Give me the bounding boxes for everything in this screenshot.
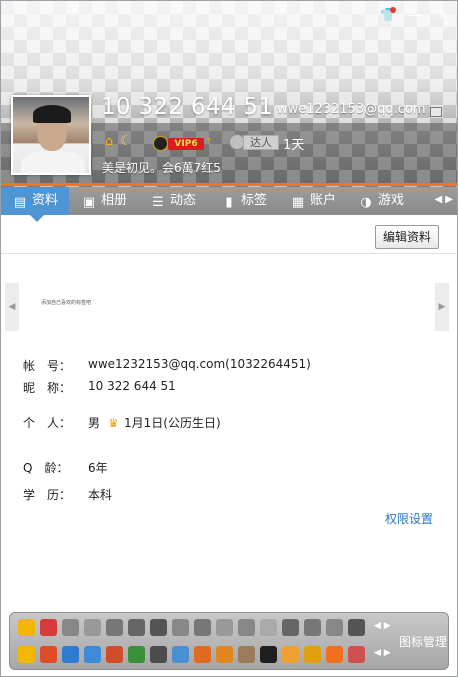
crown-icon: ♛: [108, 416, 119, 430]
carousel-prev-button[interactable]: ◀: [5, 283, 19, 331]
service-icon[interactable]: [238, 619, 255, 636]
icon-panel: ◀ ▶ ◀ ▶ 图标管理: [9, 612, 449, 670]
tab-profile[interactable]: ▤ 资料: [1, 187, 69, 215]
service-icon[interactable]: [282, 646, 299, 663]
tab-scroll-arrows[interactable]: ◀ ▶: [434, 194, 453, 205]
game-icon: ◑: [360, 195, 372, 210]
service-icon[interactable]: [194, 619, 211, 636]
service-icon[interactable]: [326, 619, 343, 636]
house-icon[interactable]: ⌂: [101, 134, 117, 150]
talent-days: 1天: [283, 138, 305, 153]
upgrade-arrow-icon: ↑: [205, 137, 214, 148]
service-icon[interactable]: [40, 646, 57, 663]
notification-dot: [390, 7, 396, 13]
close-icon[interactable]: ✕: [435, 8, 451, 24]
service-icon[interactable]: [150, 619, 167, 636]
tab-feed[interactable]: ☰ 动态: [150, 187, 210, 215]
profile-window: 👕 — ✕ 10 322 644 51 wwe1232153@qq.com ⌂ …: [0, 0, 458, 677]
edit-profile-button[interactable]: 编辑资料: [375, 225, 439, 249]
nickname-key: 昵 称：: [23, 381, 72, 395]
service-icon[interactable]: [348, 646, 365, 663]
service-icon[interactable]: [326, 646, 343, 663]
account-value: wwe1232153@qq.com(1032264451): [88, 357, 311, 371]
service-icon[interactable]: [62, 646, 79, 663]
qage-key: Q 龄：: [23, 461, 69, 475]
photo-icon: ▣: [82, 195, 96, 210]
education-key: 学 历：: [23, 488, 72, 502]
service-icon[interactable]: [106, 646, 123, 663]
tab-label: 相册: [101, 193, 128, 208]
service-icon[interactable]: [62, 619, 79, 636]
minimize-icon[interactable]: —: [407, 8, 423, 24]
service-icon[interactable]: [128, 619, 145, 636]
service-icon[interactable]: [106, 619, 123, 636]
tab-label: 标签: [241, 193, 268, 208]
service-icon[interactable]: [260, 619, 277, 636]
personal-key: 个 人：: [23, 416, 72, 430]
gender-value: 男: [88, 416, 101, 430]
service-icon[interactable]: [84, 619, 101, 636]
signature-text[interactable]: 美是初见。会6萬7红5: [102, 159, 221, 176]
email-text: wwe1232153@qq.com: [277, 102, 426, 117]
vip-label: VIP6: [168, 138, 204, 150]
service-icon[interactable]: [304, 646, 321, 663]
qq-number-title: 10 322 644 51: [101, 94, 274, 120]
service-icon[interactable]: [216, 646, 233, 663]
birthday-value: 1月1日(公历生日): [124, 416, 221, 430]
service-icon[interactable]: [172, 619, 189, 636]
active-tab-caret: [30, 215, 44, 222]
tab-games[interactable]: ◑ 游戏: [358, 187, 418, 215]
avatar[interactable]: [11, 95, 91, 175]
moon-icon[interactable]: ☾: [118, 134, 134, 150]
talent-label: 达人: [243, 135, 279, 150]
tab-tags[interactable]: ▮ 标签: [221, 187, 281, 215]
service-icon[interactable]: [84, 646, 101, 663]
service-icon[interactable]: [128, 646, 145, 663]
tab-account[interactable]: ▦ 账户: [290, 187, 350, 215]
profile-header: 👕 — ✕ 10 322 644 51 wwe1232153@qq.com ⌂ …: [1, 1, 457, 187]
service-icon[interactable]: [348, 619, 365, 636]
service-icon[interactable]: [194, 646, 211, 663]
tab-album[interactable]: ▣ 相册: [81, 187, 141, 215]
nickname-value: 10 322 644 51: [88, 379, 176, 393]
feed-icon: ☰: [152, 195, 164, 210]
service-icon[interactable]: [282, 619, 299, 636]
tab-label: 资料: [32, 193, 59, 208]
wallet-icon: ▦: [291, 195, 305, 210]
service-icon[interactable]: [260, 646, 277, 663]
service-icon[interactable]: [150, 646, 167, 663]
service-icon[interactable]: [304, 619, 321, 636]
profile-card-icon: ▤: [13, 195, 27, 210]
service-icon[interactable]: [18, 619, 35, 636]
tab-label: 游戏: [378, 193, 405, 208]
personal-value: 男 ♛ 1月1日(公历生日): [88, 414, 221, 431]
service-icon[interactable]: [18, 646, 35, 663]
service-icon[interactable]: [216, 619, 233, 636]
header-accent-line: [1, 183, 457, 186]
divider: [1, 253, 457, 254]
permission-settings-link[interactable]: 权限设置: [385, 510, 433, 527]
bookmark-icon: ▮: [225, 195, 233, 210]
education-value: 本科: [88, 488, 113, 502]
qage-value: 6年: [88, 461, 108, 475]
carousel-next-button[interactable]: ▶: [435, 283, 449, 331]
tab-label: 动态: [170, 193, 197, 208]
account-key: 帐 号：: [23, 359, 72, 373]
service-icon[interactable]: [172, 646, 189, 663]
service-icon[interactable]: [40, 619, 57, 636]
mail-icon[interactable]: [430, 107, 442, 117]
service-icon[interactable]: [238, 646, 255, 663]
tab-label: 账户: [310, 193, 337, 208]
tab-bar: ▤ 资料 ▣ 相册 ☰ 动态 ▮ 标签 ▦ 账户 ◑ 游戏 ◀ ▶: [1, 187, 457, 215]
penguin-icon: [153, 136, 168, 151]
icon-manage-label[interactable]: 图标管理: [399, 633, 447, 650]
icon-row1-arrows[interactable]: ◀ ▶: [374, 621, 391, 631]
icon-row2-arrows[interactable]: ◀ ▶: [374, 648, 391, 658]
tag-hint-text: 添加自己喜欢的标签吧: [41, 300, 92, 306]
